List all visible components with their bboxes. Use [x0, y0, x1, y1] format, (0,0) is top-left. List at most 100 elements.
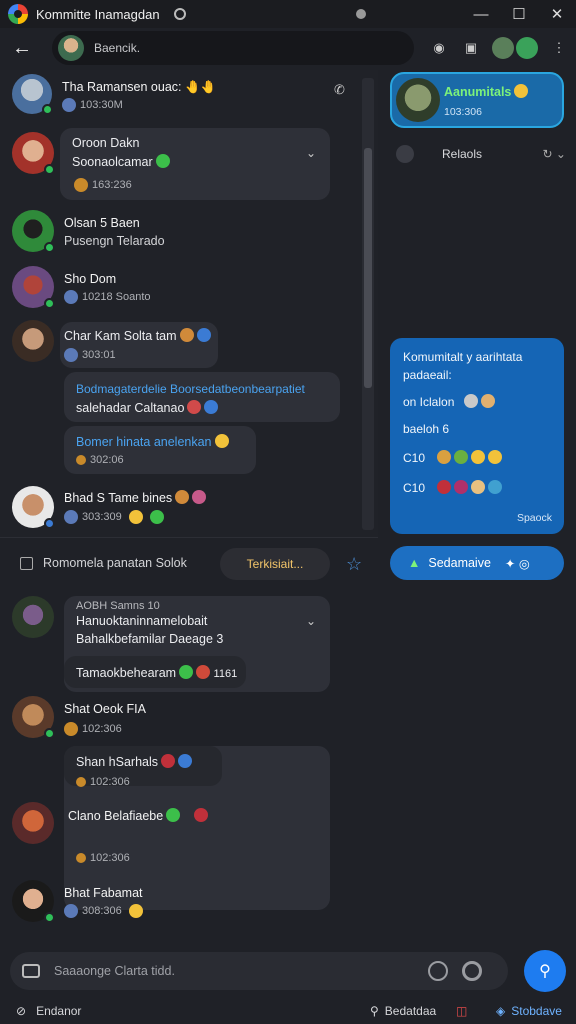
avatar [396, 78, 440, 122]
thread-name: Char Kam Solta tam [64, 328, 211, 343]
avatar[interactable] [12, 880, 55, 923]
message-composer[interactable]: Saaaonge Clarta tidd. [10, 952, 508, 990]
avatar[interactable] [12, 320, 54, 362]
message-text: Bomer hinata anelenkan [76, 434, 229, 449]
thread-sub: Soonaolcamar [72, 154, 170, 169]
thread-name[interactable]: Bhat Fabamat [64, 886, 143, 900]
avatar[interactable] [516, 37, 538, 59]
thread-meta: 103:30M [62, 98, 123, 112]
thread-name[interactable]: Olsan 5 Baen [64, 216, 140, 230]
avatar[interactable] [12, 486, 55, 529]
filter-pill-button[interactable]: Terkisiait... [220, 548, 330, 580]
side-panel: Aanumitals 103:306 Relaols ↻ ⌄ Komumital… [380, 70, 576, 540]
window-title: Kommitte Inamagdan [36, 6, 160, 22]
action-strip: Romomela panatan Solok Terkisiait... ☆ ▲… [0, 542, 576, 588]
message-text: Tamaokbehearam 1161 [76, 665, 238, 680]
send-button[interactable]: ⚲ [524, 950, 566, 992]
message-bubble[interactable]: Oroon Dakn Soonaolcamar 163:236 ⌄ [60, 128, 330, 200]
camera-lens-icon[interactable] [462, 961, 482, 981]
search-bar[interactable]: Baencik. [52, 31, 414, 65]
avatar[interactable] [492, 37, 514, 59]
attachment-icon: ⊘ [16, 1004, 27, 1018]
thread-name: Shan hSarhals [76, 754, 193, 769]
star-icon[interactable]: ☆ [346, 554, 362, 575]
sync-icon[interactable] [173, 8, 186, 20]
thread-name[interactable]: Bhad S Tame bines [64, 490, 207, 505]
relations-label: Relaols [442, 147, 483, 161]
thread-meta: 102:306 [76, 852, 130, 864]
top-bar: ← Baencik. ◉ ▣ ⋮ [0, 28, 576, 68]
avatar[interactable] [12, 210, 55, 253]
filter-checkbox-row[interactable]: Romomela panatan Solok [20, 556, 187, 570]
relations-row[interactable]: Relaols ↻ ⌄ [396, 144, 566, 164]
scrollbar[interactable] [362, 78, 374, 530]
card-text: on Iclalon [403, 394, 496, 409]
scroll-thumb[interactable] [364, 148, 372, 388]
camera-icon[interactable] [22, 964, 40, 978]
message-meta: AOBH Samns 10 [76, 600, 160, 612]
card-text: Komumitalt y aarihtata [403, 350, 523, 364]
message-bubble[interactable]: Char Kam Solta tam 303:01 [60, 322, 218, 368]
card-time: 103:306 [444, 106, 482, 118]
chat-list-lower: AOBH Samns 10 Hanuoktaninnamelobait Baha… [0, 590, 380, 940]
message-text: Bodmagaterdelie Boorsedatbeonbearpatiet [76, 382, 305, 396]
card-time: Spaock [516, 512, 552, 524]
card-text: baeloh 6 [403, 422, 450, 436]
message-bubble[interactable]: Tamaokbehearam 1161 [64, 656, 246, 688]
footer-search[interactable]: ⚲ Bedatdaa [370, 1004, 436, 1018]
chevron-down-icon[interactable]: ⌄ [306, 146, 316, 160]
back-arrow-icon[interactable]: ← [0, 37, 44, 60]
message-input[interactable]: Saaaonge Clarta tidd. [54, 964, 414, 978]
refresh-icon[interactable]: ◉ [428, 37, 450, 59]
thread-sub: Pusengn Telarado [64, 234, 165, 248]
sticker-icon[interactable] [428, 961, 448, 981]
thread-meta: 10218 Soanto [64, 290, 151, 304]
thread-name[interactable]: Clano Belafiaebe [68, 808, 209, 823]
message-bubble[interactable]: Bodmagaterdelie Boorsedatbeonbearpatiet … [64, 372, 340, 422]
card-title: Aanumitals [444, 84, 529, 99]
avatar[interactable] [12, 132, 55, 175]
shield-icon: ◈ [496, 1004, 506, 1018]
chat-list-panel: Tha Ramansen ouac: 🤚🤚 103:30M ✆ ⋮ Oroon … [0, 70, 378, 538]
notification-icon[interactable]: ◫ [456, 1004, 467, 1018]
more-vertical-icon[interactable]: ⋮ [548, 37, 570, 59]
search-icon: ⚲ [370, 1004, 379, 1018]
relations-icon [396, 145, 414, 163]
media-icon[interactable]: ▣ [460, 37, 482, 59]
message-bubble[interactable]: Bomer hinata anelenkan 302:06 [64, 426, 256, 474]
avatar[interactable] [12, 74, 53, 115]
search-text: Baencik. [94, 41, 141, 55]
avatar[interactable] [12, 596, 54, 638]
leaf-icon: ▲ [408, 556, 421, 570]
thread-name[interactable]: Sho Dom [64, 272, 116, 286]
avatar[interactable] [12, 802, 54, 844]
footer-bar: ⊘ Endanor ⚲ Bedatdaa ◫ ◈ Stobdave [0, 998, 576, 1024]
thread-name[interactable]: Shat Oeok FIA [64, 702, 146, 716]
avatar[interactable] [12, 266, 55, 309]
settings-icon: ✦ ◎ [504, 556, 530, 571]
avatar [58, 35, 84, 61]
chevron-down-icon[interactable]: ⌄ [306, 614, 316, 628]
footer-right[interactable]: ◈ Stobdave [496, 1004, 562, 1018]
checkbox-label: Romomela panatan Solok [43, 556, 187, 570]
checkbox[interactable] [20, 556, 33, 570]
active-contact-card[interactable]: Aanumitals 103:306 [390, 72, 564, 128]
thread-name[interactable]: Tha Ramansen ouac: 🤚🤚 [62, 80, 216, 95]
thread-meta: 308:306 [64, 904, 143, 918]
message-text: salehadar Caltanao [76, 400, 219, 415]
avatar[interactable] [12, 696, 55, 739]
card-text: C10 [403, 450, 503, 465]
maximize-button[interactable]: ☐ [500, 0, 538, 28]
primary-action-button[interactable]: ▲ Sedamaive ✦ ◎ [390, 546, 564, 580]
thread-meta: 302:06 [76, 454, 124, 466]
message-text: Bahalkbefamilar Daeage 3 [76, 632, 224, 646]
thread-meta: 163:236 [74, 178, 132, 192]
footer-left[interactable]: ⊘ Endanor [16, 1004, 81, 1018]
info-card[interactable]: Komumitalt y aarihtata padaeail: on Icla… [390, 338, 564, 534]
phone-icon[interactable]: ✆ [334, 82, 345, 98]
message-text: Hanuoktaninnamelobait [76, 614, 208, 628]
close-button[interactable]: ✕ [538, 0, 576, 28]
minimize-button[interactable]: — [462, 0, 500, 28]
card-text: C10 [403, 480, 503, 495]
refresh-icon[interactable]: ↻ ⌄ [543, 147, 566, 161]
